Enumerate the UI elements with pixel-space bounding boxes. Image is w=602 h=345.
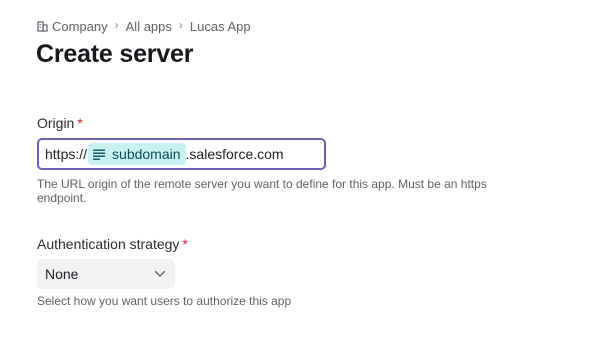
breadcrumb-separator: › [178, 18, 183, 32]
subdomain-variable-pill[interactable]: subdomain [88, 143, 186, 165]
create-server-page: Company › All apps › Lucas App Create se… [0, 0, 602, 345]
breadcrumb-separator: › [114, 18, 119, 32]
required-marker: * [182, 236, 188, 252]
breadcrumb: Company › All apps › Lucas App [37, 17, 251, 35]
auth-strategy-selected-value: None [45, 266, 79, 282]
auth-strategy-help-text: Select how you want users to authorize t… [37, 294, 292, 308]
origin-label: Origin * [37, 115, 83, 131]
subdomain-variable-label: subdomain [112, 146, 181, 162]
origin-label-text: Origin [37, 115, 75, 131]
breadcrumb-company[interactable]: Company [52, 19, 108, 34]
page-title: Create server [36, 40, 194, 68]
breadcrumb-all-apps[interactable]: All apps [126, 19, 172, 34]
origin-input[interactable]: https:// subdomain .salesforce.com [37, 138, 326, 170]
text-lines-icon [93, 149, 106, 160]
chevron-down-icon [154, 270, 166, 278]
origin-suffix: .salesforce.com [185, 146, 284, 162]
building-icon [37, 20, 48, 32]
origin-prefix: https:// [45, 146, 88, 162]
auth-strategy-label: Authentication strategy * [37, 236, 188, 252]
origin-help-text: The URL origin of the remote server you … [37, 177, 487, 205]
breadcrumb-lucas-app[interactable]: Lucas App [190, 19, 251, 34]
auth-strategy-select[interactable]: None [37, 259, 175, 289]
auth-strategy-label-text: Authentication strategy [37, 236, 180, 252]
required-marker: * [77, 115, 83, 131]
